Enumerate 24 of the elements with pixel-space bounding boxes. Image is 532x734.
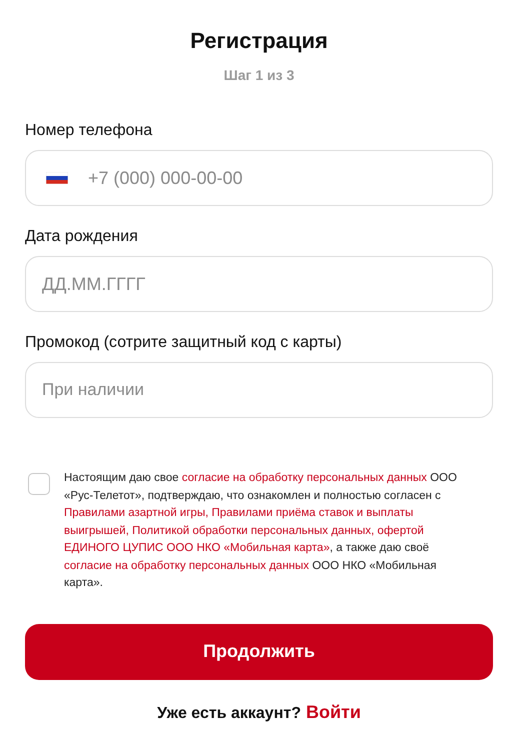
consent-text: ООО: [429, 472, 457, 484]
step-indicator: Шаг 1 из 3: [224, 66, 294, 85]
login-link[interactable]: Войти: [306, 698, 361, 726]
input-field[interactable]: ДД.ММ.ГГГГ: [25, 256, 493, 312]
consent-link[interactable]: выигрышей, Политикой обработки персональных данных, офертой: [64, 524, 424, 536]
login-prompt: Уже есть аккаунт?: [157, 704, 301, 724]
field-label: Промокод (сотрите защитный код с карты): [25, 333, 343, 353]
consent-link[interactable]: Правилами азартной игры, Правилами приёма ставок и выплаты: [64, 507, 414, 519]
consent-link[interactable]: согласие на обработку персональных данных: [64, 560, 310, 572]
consent-checkbox[interactable]: [28, 473, 50, 495]
flag-icon: [46, 172, 68, 184]
page-title: Регистрация: [190, 27, 328, 55]
consent-text: , а также даю своё: [330, 542, 429, 554]
consent-link[interactable]: ЕДИНОГО ЦУПИС ООО НКО «Мобильная карта»: [64, 542, 330, 554]
consent-text: Настоящим даю свое: [64, 472, 180, 484]
consent-text: ООО НКО «Мобильная: [311, 560, 436, 572]
consent-link[interactable]: согласие на обработку персональных данных: [182, 472, 427, 484]
consent-text: карта».: [64, 577, 103, 589]
phone-field[interactable]: +7 (000) 000-00-00: [25, 150, 493, 206]
consent-text: «Рус-Телетот», подтверждаю, что ознакомлен и полностью согласен с: [64, 490, 441, 502]
continue-button[interactable]: Продолжить: [25, 624, 493, 680]
field-label: Дата рождения: [25, 227, 139, 247]
input-field[interactable]: При наличии: [25, 362, 493, 418]
field-label: Номер телефона: [25, 121, 154, 141]
